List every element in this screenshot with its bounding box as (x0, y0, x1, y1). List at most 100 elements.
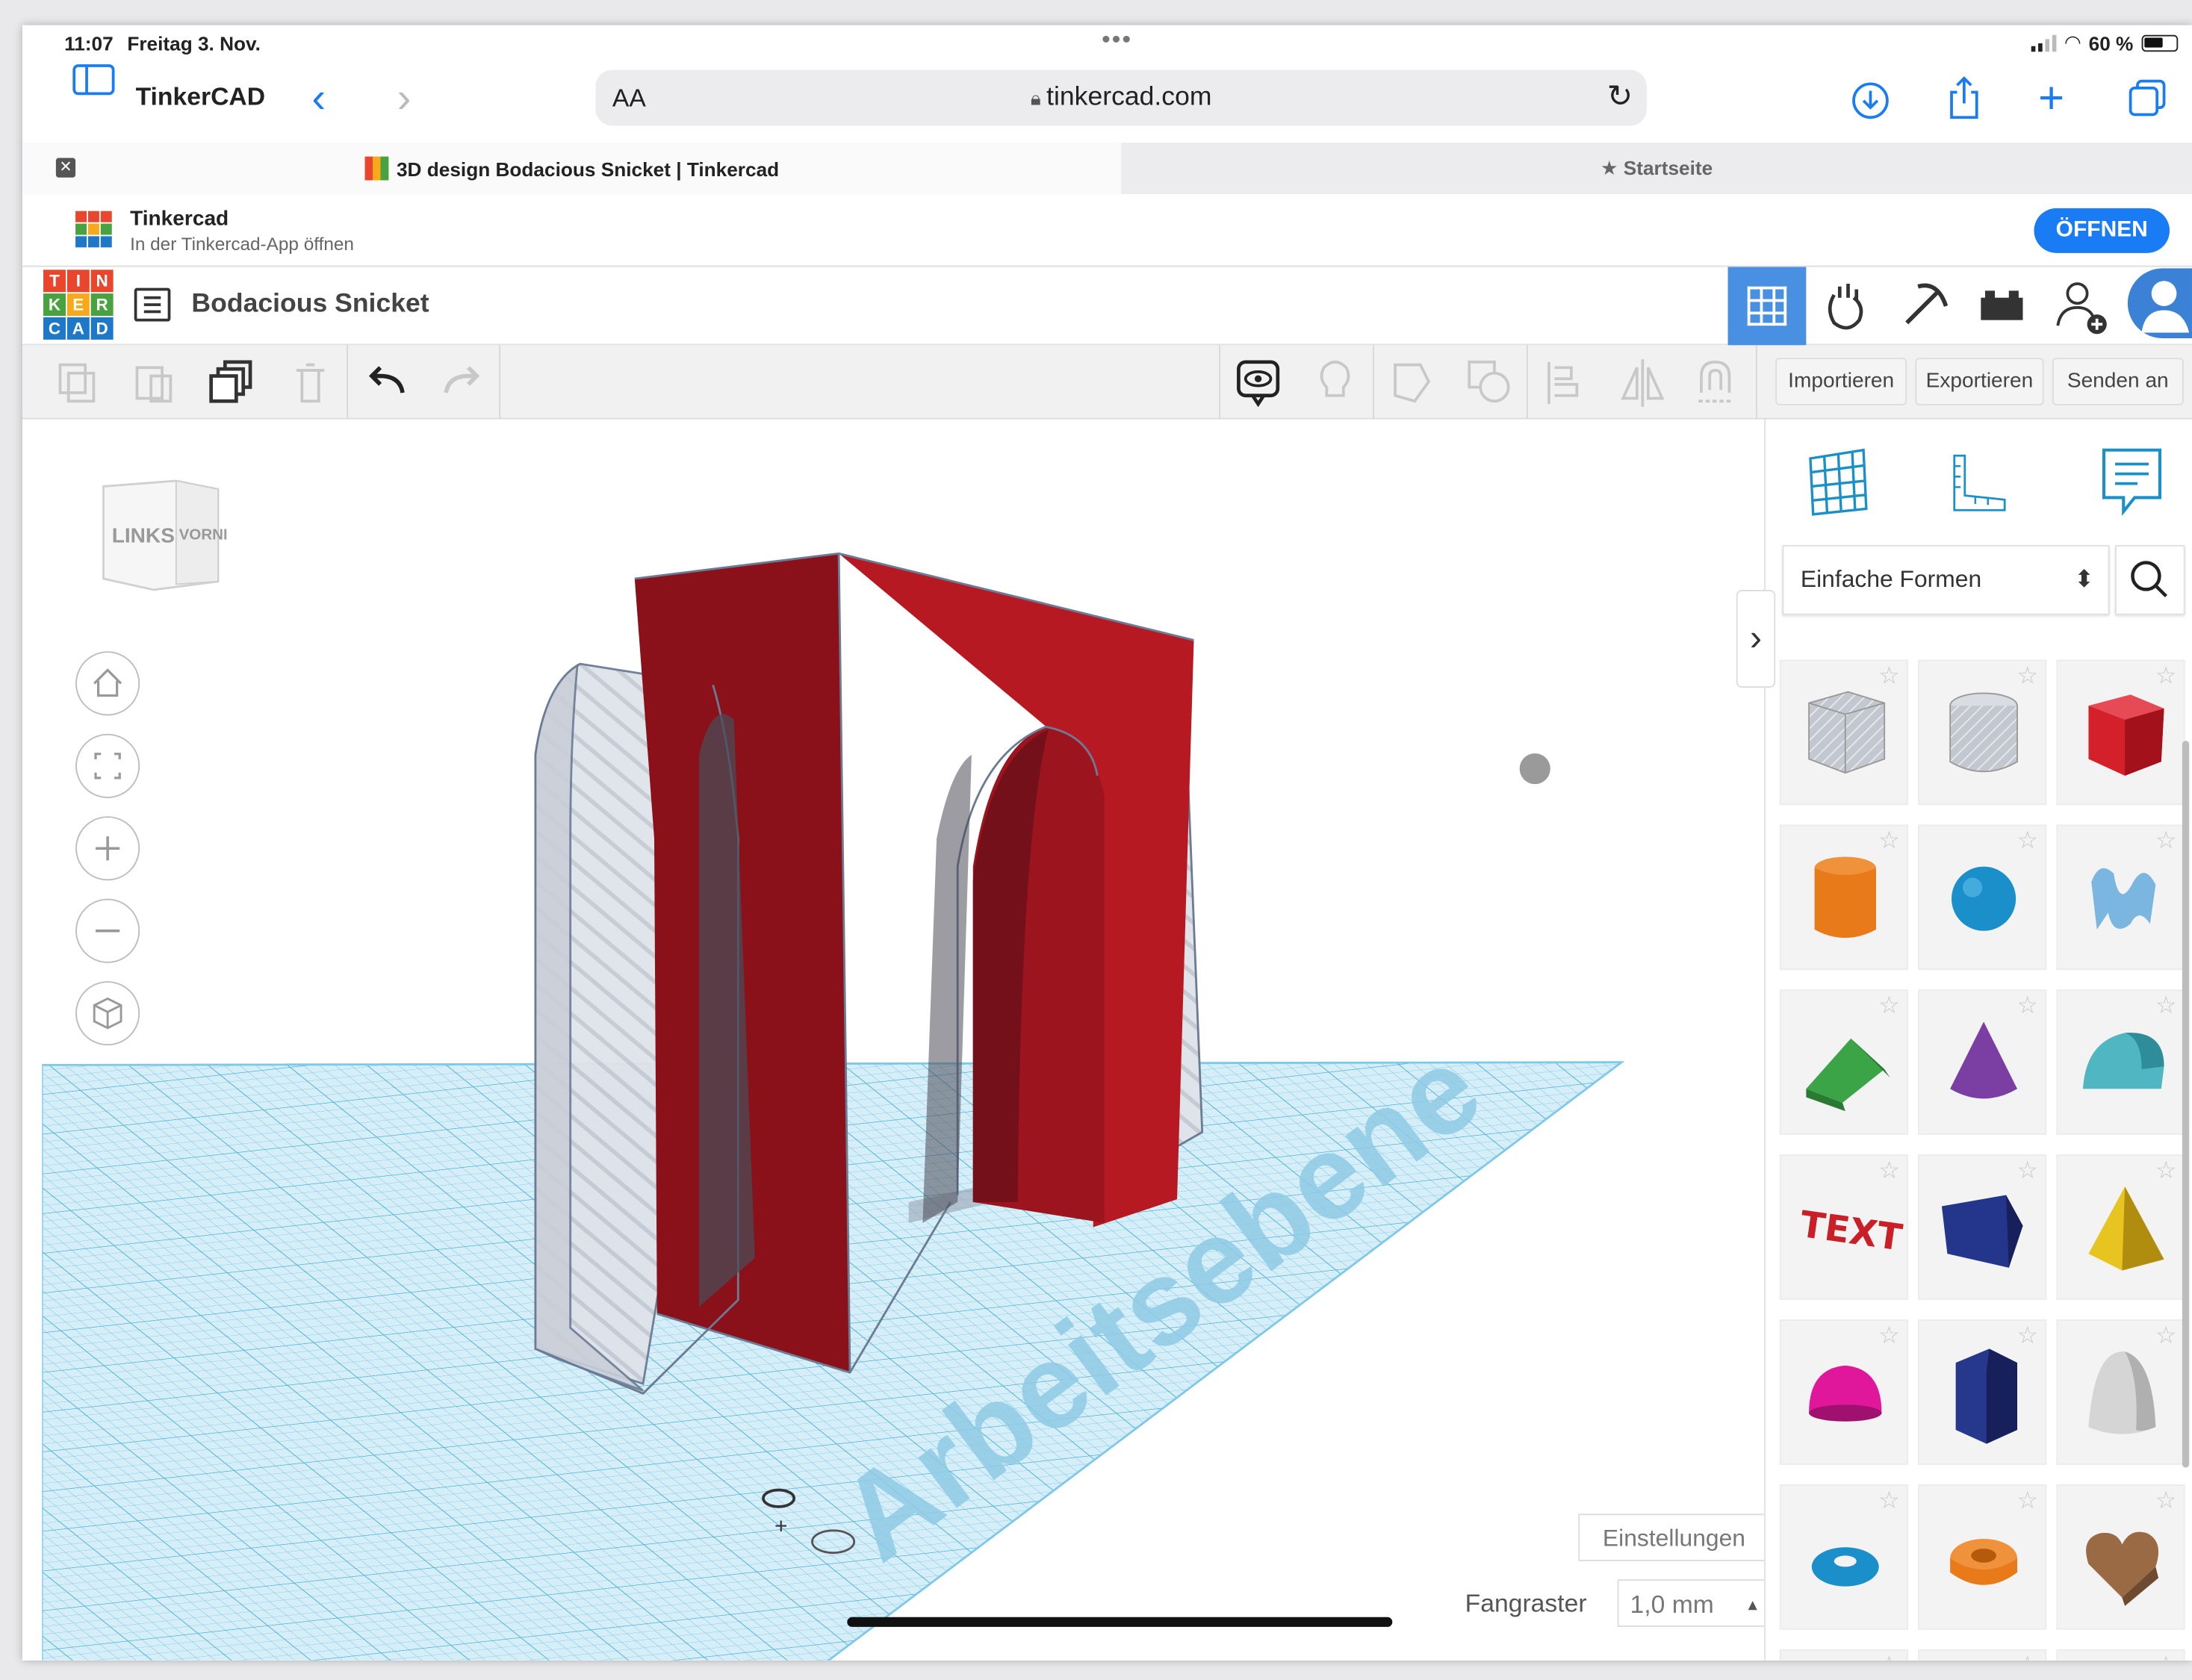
favorite-star-icon[interactable]: ☆ (2017, 662, 2039, 690)
fit-view-icon[interactable] (75, 733, 140, 798)
workplane-grid-icon[interactable] (1796, 439, 1880, 523)
shape-tile-polygon[interactable]: ☆ (1918, 1319, 2047, 1465)
settings-button[interactable]: Einstellungen (1578, 1513, 1765, 1561)
notes-icon[interactable] (2090, 439, 2173, 523)
shape-tile-tube[interactable]: ☆ (1918, 1484, 2047, 1630)
tinkercad-logo[interactable]: TIN KER CAD (43, 270, 114, 340)
favorite-star-icon[interactable]: ☆ (2017, 1652, 2039, 1661)
shape-tile-sphere[interactable]: ☆ (1918, 824, 2047, 971)
tab-group-name[interactable]: TinkerCAD (136, 82, 266, 111)
zoom-in-icon[interactable] (75, 816, 140, 881)
search-icon[interactable] (2115, 545, 2185, 615)
favorite-star-icon[interactable]: ☆ (2155, 827, 2177, 855)
new-tab-icon[interactable]: + (2038, 75, 2064, 120)
forward-icon[interactable]: › (397, 78, 412, 120)
perspective-icon[interactable] (75, 981, 140, 1046)
shape-tile-pyramid[interactable]: ☆ (2056, 1154, 2185, 1300)
copy-icon[interactable] (40, 345, 117, 419)
tab-active[interactable]: ✕ 3D design Bodacious Snicket | Tinkerca… (22, 142, 1122, 195)
shape-tile-cone[interactable]: ☆ (1918, 989, 2047, 1135)
zoom-out-icon[interactable] (75, 898, 140, 963)
shape-tile-partial[interactable]: ☆ (2056, 1649, 2185, 1661)
shape-tile-paraboloid[interactable]: ☆ (2056, 1319, 2185, 1465)
favorite-star-icon[interactable]: ☆ (2017, 1487, 2039, 1515)
favorite-star-icon[interactable]: ☆ (2155, 1157, 2177, 1185)
import-button[interactable]: Importieren (1775, 358, 1907, 405)
tabs-overview-icon[interactable] (2128, 78, 2167, 117)
3d-design-mode-button[interactable] (1727, 267, 1807, 346)
ungroup-icon[interactable] (1450, 345, 1527, 419)
mirror-icon[interactable] (1603, 345, 1680, 419)
redo-icon[interactable] (423, 345, 500, 419)
share-icon[interactable] (1946, 75, 1983, 120)
reload-icon[interactable]: ↻ (1607, 78, 1633, 115)
ruler-icon[interactable] (1934, 439, 2017, 523)
design-list-icon[interactable] (134, 287, 171, 322)
favorite-star-icon[interactable]: ☆ (1878, 992, 1900, 1020)
shape-tile-roof[interactable]: ☆ (1779, 989, 1909, 1135)
send-to-button[interactable]: Senden an (2052, 358, 2184, 405)
shape-tile-half-sphere[interactable]: ☆ (1779, 1319, 1909, 1465)
multitask-dots-icon[interactable]: ••• (1102, 25, 1132, 55)
align-icon[interactable] (1527, 345, 1603, 419)
show-all-icon[interactable] (1219, 345, 1296, 419)
sidebar-icon[interactable] (72, 64, 115, 96)
favorite-star-icon[interactable]: ☆ (2017, 827, 2039, 855)
favorite-star-icon[interactable]: ☆ (2155, 1322, 2177, 1350)
favorite-star-icon[interactable]: ☆ (1878, 662, 1900, 690)
snap-grid-select[interactable]: 1,0 mm (1617, 1579, 1765, 1628)
pickaxe-icon[interactable] (1884, 267, 1963, 346)
favorite-star-icon[interactable]: ☆ (2155, 1487, 2177, 1515)
favorite-star-icon[interactable]: ☆ (2017, 1157, 2039, 1185)
shape-tile-partial[interactable]: ☆ (1918, 1649, 2047, 1661)
user-avatar[interactable] (2127, 268, 2192, 338)
design-title[interactable]: Bodacious Snicket (191, 289, 429, 320)
download-icon[interactable] (1851, 81, 1890, 120)
shape-tile-torus[interactable]: ☆ (1779, 1484, 1909, 1630)
favorite-star-icon[interactable]: ☆ (1878, 1322, 1900, 1350)
favorite-star-icon[interactable]: ☆ (2155, 1652, 2177, 1661)
favorite-star-icon[interactable]: ☆ (2155, 992, 2177, 1020)
delete-icon[interactable] (271, 345, 348, 419)
workplane-scene[interactable]: Arbeitsebene + (42, 420, 1764, 1661)
shape-tile-wedge[interactable]: ☆ (1918, 1154, 2047, 1300)
shape-tile-box-hole[interactable]: ☆ (1779, 659, 1909, 806)
shape-tile-box[interactable]: ☆ (2056, 659, 2185, 806)
shape-tile-cylinder[interactable]: ☆ (1779, 824, 1909, 971)
export-button[interactable]: Exportieren (1915, 358, 2044, 405)
shape-tile-text[interactable]: TEXT ☆ (1779, 1154, 1909, 1300)
shape-tile-heart[interactable]: ☆ (2056, 1484, 2185, 1630)
sim-lab-icon[interactable] (1806, 267, 1884, 346)
favorite-star-icon[interactable]: ☆ (2017, 1322, 2039, 1350)
duplicate-icon[interactable] (194, 345, 271, 419)
panel-scrollbar[interactable] (2182, 741, 2190, 1468)
bricks-icon[interactable] (1963, 267, 2041, 346)
add-user-icon[interactable] (2041, 267, 2120, 346)
favorite-star-icon[interactable]: ☆ (1878, 1652, 1900, 1661)
home-indicator[interactable] (847, 1617, 1393, 1627)
browser-toolbar: TinkerCAD ‹ › AA 🔒︎ tinkercad.com ↻ + (22, 64, 2192, 151)
paste-icon[interactable] (117, 345, 194, 419)
group-icon[interactable] (1373, 345, 1450, 419)
shape-tile-scribble[interactable]: ☆ (2056, 824, 2185, 971)
collapse-panel-button[interactable]: › (1736, 589, 1776, 688)
shape-category-select[interactable]: Einfache Formen (1782, 545, 2110, 615)
favorite-star-icon[interactable]: ☆ (2017, 992, 2039, 1020)
back-icon[interactable]: ‹ (311, 78, 326, 120)
favorite-star-icon[interactable]: ☆ (1878, 827, 1900, 855)
open-app-button[interactable]: ÖFFNEN (2034, 208, 2170, 253)
shape-tile-round-roof[interactable]: ☆ (2056, 989, 2185, 1135)
tab-startseite[interactable]: ★ Startseite (1121, 157, 2192, 181)
shape-tile-partial[interactable]: ☆ (1779, 1649, 1909, 1661)
favorite-star-icon[interactable]: ☆ (1878, 1487, 1900, 1515)
favorite-star-icon[interactable]: ☆ (1878, 1157, 1900, 1185)
favorite-star-icon[interactable]: ☆ (2155, 662, 2177, 690)
notes-bulb-icon[interactable] (1296, 345, 1373, 419)
home-view-icon[interactable] (75, 651, 140, 716)
address-bar[interactable]: AA 🔒︎ tinkercad.com ↻ (595, 69, 1647, 126)
shape-tile-cylinder-hole[interactable]: ☆ (1918, 659, 2047, 806)
3d-viewport[interactable]: Arbeitsebene + LINKS VORN Einstellungen … (42, 419, 1765, 1661)
cruise-icon[interactable] (1676, 345, 1753, 419)
view-cube[interactable]: LINKS VORNE (98, 475, 226, 603)
undo-icon[interactable] (350, 345, 426, 419)
